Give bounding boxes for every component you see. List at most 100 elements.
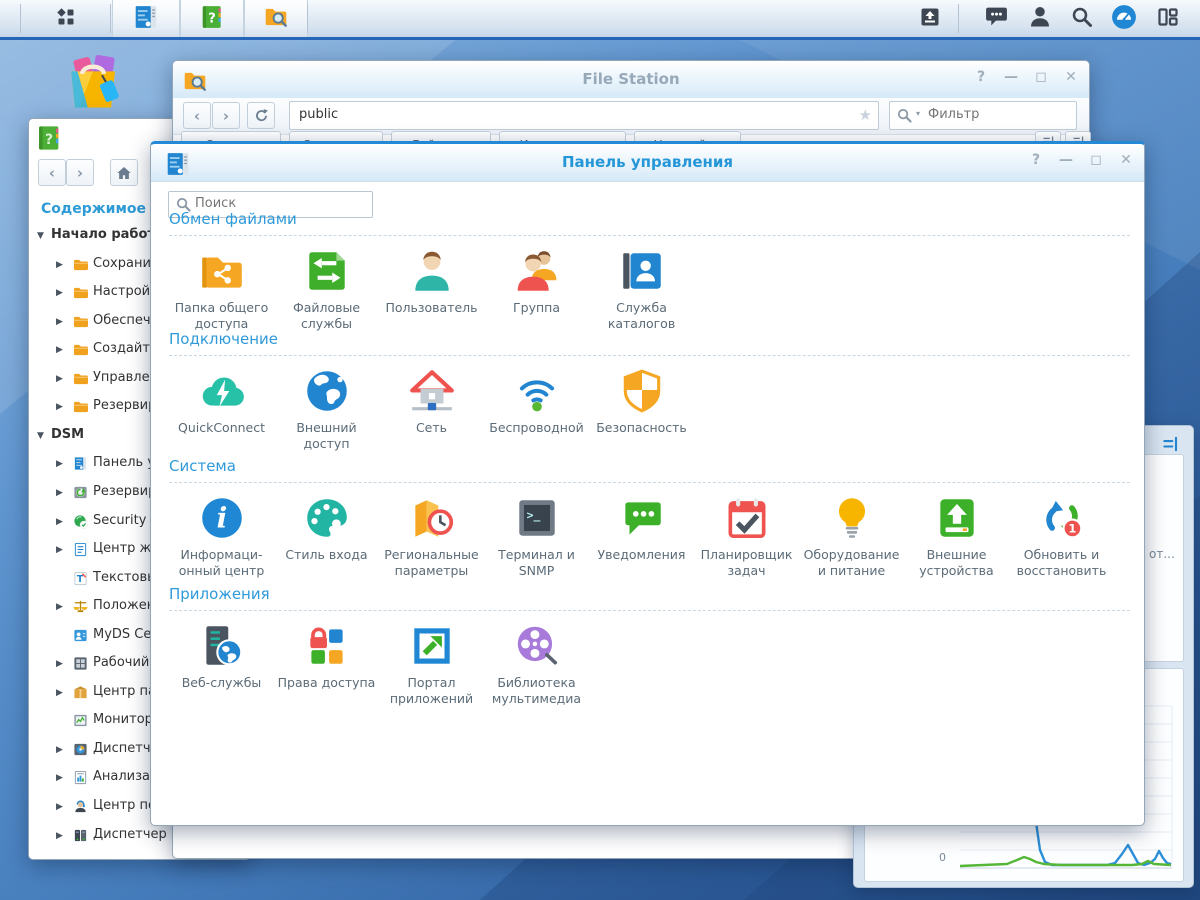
fs-refresh-button[interactable]: [247, 102, 275, 129]
cp-item-webserv[interactable]: Веб-службы: [169, 621, 274, 691]
package-center-desktop-icon[interactable]: [62, 52, 126, 118]
svg-text:T: T: [77, 573, 84, 584]
chevron-right-icon[interactable]: ▶: [56, 659, 63, 669]
section-divider: [169, 355, 1130, 356]
cp-item-media[interactable]: Библиотека мультимедиа: [484, 621, 589, 708]
fs-close-button[interactable]: ✕: [1063, 69, 1079, 85]
svg-text:i: i: [216, 501, 227, 534]
chevron-right-icon[interactable]: ▶: [56, 260, 63, 270]
cp-item-info[interactable]: i Информаци- онный центр: [169, 493, 274, 580]
network-icon: [407, 366, 457, 416]
chevron-right-icon[interactable]: ▶: [56, 459, 63, 469]
help-tree-item-label: Обеспечь: [93, 312, 159, 328]
cp-item-notify[interactable]: Уведомления: [589, 493, 694, 563]
globe-icon: [302, 366, 352, 416]
search-button[interactable]: [1062, 0, 1102, 37]
cp-item-label: Служба каталогов: [607, 300, 676, 332]
help-tree-item-label: DSM: [51, 426, 85, 442]
cp-item-portal[interactable]: Портал приложений: [379, 621, 484, 708]
search-icon: [896, 107, 913, 128]
cp-item-wireless[interactable]: Беспроводной: [484, 366, 589, 436]
cp-item-directory[interactable]: Служба каталогов: [589, 246, 694, 333]
user-menu-button[interactable]: [1020, 0, 1060, 37]
cp-item-label: Уведомления: [597, 547, 686, 562]
help-forward-button[interactable]: ›: [66, 159, 94, 186]
chevron-right-icon[interactable]: ▶: [56, 345, 63, 355]
filter-caret-icon[interactable]: ▾: [916, 109, 920, 118]
chevron-right-icon[interactable]: ▶: [56, 288, 63, 298]
widget-pin-icon[interactable]: [1161, 434, 1181, 454]
cp-item-globe[interactable]: Внешний доступ: [274, 366, 379, 453]
cp-item-extdev[interactable]: Внешние устройства: [904, 493, 1009, 580]
svg-text:1: 1: [1068, 522, 1076, 536]
privileges-icon: [302, 621, 352, 671]
chevron-right-icon[interactable]: ▶: [56, 802, 63, 812]
chevron-down-icon[interactable]: ▼: [37, 431, 44, 441]
section-divider: [169, 235, 1130, 236]
fs-help-button[interactable]: ?: [973, 69, 989, 85]
fs-filter-input[interactable]: [890, 102, 1120, 127]
file-station-app-button[interactable]: [244, 0, 308, 37]
chevron-down-icon[interactable]: ▼: [37, 231, 44, 241]
chevron-right-icon[interactable]: ▶: [56, 773, 63, 783]
notify-icon: [617, 493, 667, 543]
log-icon: [73, 542, 88, 561]
main-menu-button[interactable]: [21, 0, 110, 37]
chevron-right-icon[interactable]: ▶: [56, 374, 63, 384]
info-icon: i: [197, 493, 247, 543]
fs-forward-button[interactable]: ›: [212, 102, 240, 129]
star-icon[interactable]: ★: [859, 106, 872, 124]
wireless-icon: [512, 366, 562, 416]
fs-address-input[interactable]: [290, 102, 911, 127]
resource-gauge-button[interactable]: [1104, 0, 1144, 37]
fs-maximize-button[interactable]: ◻: [1033, 69, 1049, 85]
folder-icon: [73, 371, 88, 390]
cp-item-shield[interactable]: Безопасность: [589, 366, 694, 436]
cp-item-regional[interactable]: Региональные параметры: [379, 493, 484, 580]
chevron-right-icon[interactable]: ▶: [56, 688, 63, 698]
cp-section-3: Система i Информаци- онный центр Стиль вход…: [169, 457, 1130, 580]
control-panel-app-button[interactable]: [112, 0, 180, 37]
series-green: [959, 855, 1172, 868]
myds-icon: [73, 628, 88, 647]
cp-item-scheduler[interactable]: Планировщик задач: [694, 493, 799, 580]
widgets-button[interactable]: [1146, 0, 1190, 37]
notifications-button[interactable]: [975, 0, 1017, 37]
cp-item-network[interactable]: Сеть: [379, 366, 484, 436]
cp-item-group[interactable]: Группа: [484, 246, 589, 316]
cp-item-shared-folder[interactable]: Папка общего доступа: [169, 246, 274, 333]
cp-item-terminal[interactable]: >_ Терминал и SNMP: [484, 493, 589, 580]
fs-filter-box[interactable]: ▾: [889, 101, 1120, 130]
cp-item-file-services[interactable]: Файловые службы: [274, 246, 379, 333]
cp-item-label: Обновить и восстановить: [1016, 547, 1107, 579]
chevron-right-icon[interactable]: ▶: [56, 317, 63, 327]
chevron-right-icon[interactable]: ▶: [56, 517, 63, 527]
cp-item-user[interactable]: Пользователь: [379, 246, 484, 316]
help-app-button[interactable]: ?: [180, 0, 244, 37]
fs-address-bar[interactable]: ★: [289, 101, 911, 130]
usb-eject-button[interactable]: [912, 0, 948, 37]
cp-item-bulb[interactable]: Оборудование и питание: [799, 493, 904, 580]
chevron-right-icon[interactable]: ▶: [56, 745, 63, 755]
cp-item-label: Сеть: [415, 420, 448, 435]
fs-back-button[interactable]: ‹: [183, 102, 211, 129]
cp-maximize-button[interactable]: ◻: [1088, 152, 1104, 168]
chevron-right-icon[interactable]: ▶: [56, 488, 63, 498]
cp-minimize-button[interactable]: —: [1058, 152, 1074, 168]
chevron-right-icon[interactable]: ▶: [56, 602, 63, 612]
shield-icon: [617, 366, 667, 416]
backup-icon: [73, 485, 88, 504]
cp-item-privileges[interactable]: Права доступа: [274, 621, 379, 691]
chevron-right-icon[interactable]: ▶: [56, 831, 63, 841]
help-back-button[interactable]: ‹: [38, 159, 66, 186]
cp-item-label: Внешний доступ: [296, 420, 357, 452]
cp-close-button[interactable]: ✕: [1118, 152, 1134, 168]
cp-item-palette[interactable]: Стиль входа: [274, 493, 379, 563]
chevron-right-icon[interactable]: ▶: [56, 545, 63, 555]
cp-item-quickconnect[interactable]: QuickConnect: [169, 366, 274, 436]
chevron-right-icon[interactable]: ▶: [56, 402, 63, 412]
fs-minimize-button[interactable]: —: [1003, 69, 1019, 85]
cp-item-update[interactable]: 1 Обновить и восстановить: [1009, 493, 1114, 580]
cp-help-button[interactable]: ?: [1028, 152, 1044, 168]
help-home-button[interactable]: [110, 159, 138, 186]
